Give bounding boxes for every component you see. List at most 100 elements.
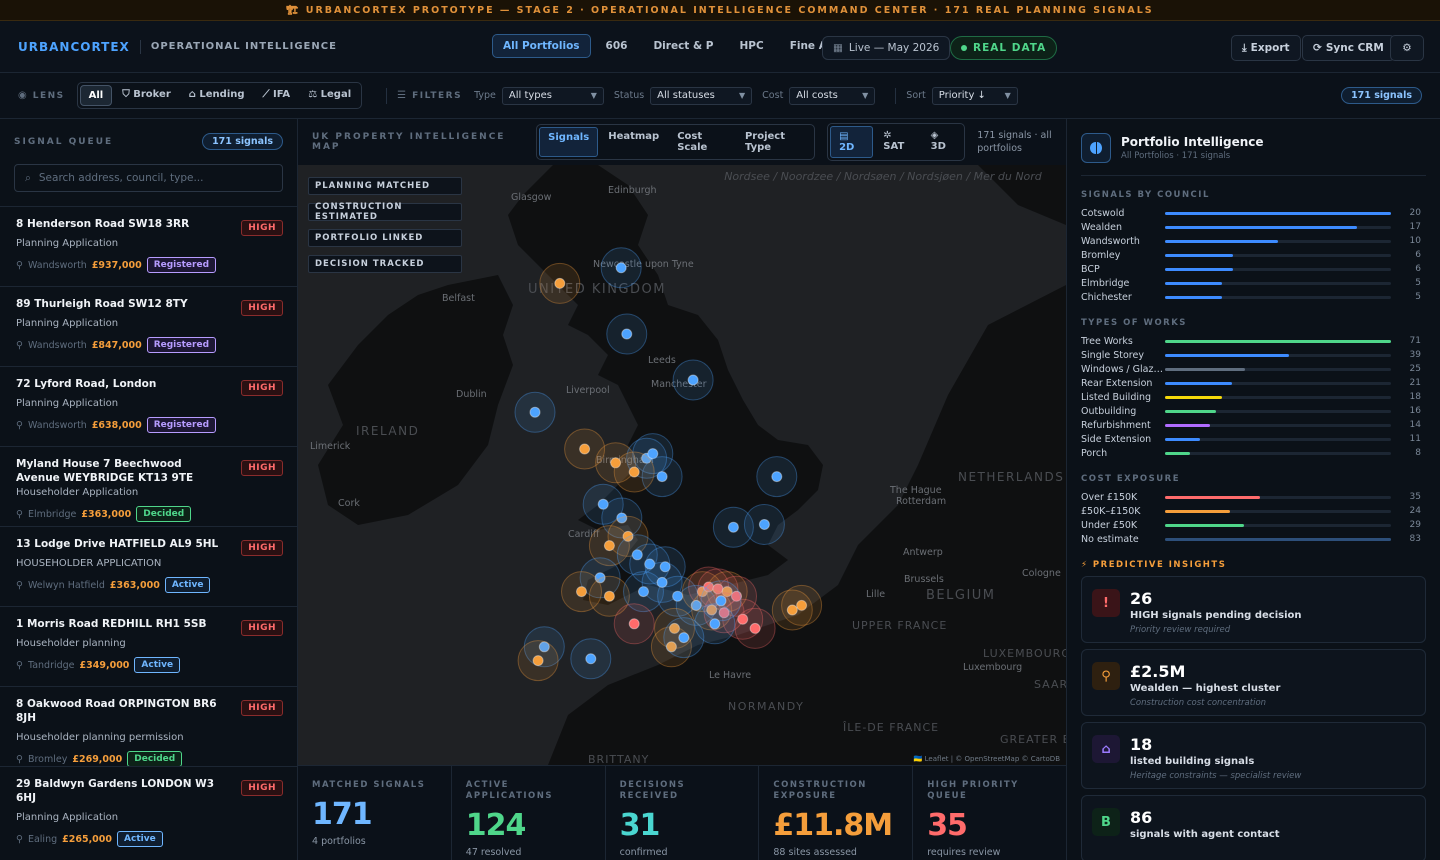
signal-marker[interactable] xyxy=(771,471,783,483)
signal-card[interactable]: 29 Baldwyn Gardens LONDON W3 6HJ Planning… xyxy=(0,766,297,847)
lens-lending[interactable]: ⌂ Lending xyxy=(181,85,253,106)
signal-marker[interactable] xyxy=(529,406,541,418)
signal-card[interactable]: Myland House 7 Beechwood Avenue WEYBRIDG… xyxy=(0,446,297,526)
tab-signals[interactable]: Signals xyxy=(539,127,599,157)
tab-606[interactable]: 606 xyxy=(595,34,639,58)
tab-direct-p[interactable]: Direct & P xyxy=(642,34,724,58)
layer-planning-matched[interactable]: PLANNING MATCHED xyxy=(308,177,462,195)
layer-decision-tracked[interactable]: DECISION TRACKED xyxy=(308,255,462,273)
bar-row[interactable]: No estimate 83 xyxy=(1081,532,1426,546)
bar-row[interactable]: Windows / Glazi... 25 xyxy=(1081,362,1426,376)
layer-construction-estimated[interactable]: CONSTRUCTION ESTIMATED xyxy=(308,202,462,222)
lens-legal[interactable]: ⚖ Legal xyxy=(300,85,359,106)
bar-value: 35 xyxy=(1409,492,1421,502)
bar-row[interactable]: Outbuilding 16 xyxy=(1081,404,1426,418)
priority-badge: HIGH xyxy=(241,540,283,556)
bar-row[interactable]: £50K–£150K 24 xyxy=(1081,504,1426,518)
signal-card[interactable]: 13 Lodge Drive HATFIELD AL9 5HL HOUSEHOLD… xyxy=(0,526,297,606)
settings-button[interactable]: ⚙ xyxy=(1390,35,1424,61)
bar-row[interactable]: Single Storey 39 xyxy=(1081,348,1426,362)
bar-row[interactable]: Side Extension 11 xyxy=(1081,432,1426,446)
sync-crm-button[interactable]: ⟳ Sync CRM xyxy=(1302,35,1395,61)
insight-card[interactable]: ! 26 HIGH signals pending decision Priority… xyxy=(1081,576,1426,643)
signal-marker[interactable] xyxy=(585,653,597,665)
signal-marker[interactable] xyxy=(532,655,544,667)
signal-marker[interactable] xyxy=(687,374,699,386)
tab-heatmap[interactable]: Heatmap xyxy=(600,127,667,157)
bar-row[interactable]: Refurbishment 14 xyxy=(1081,418,1426,432)
signal-card[interactable]: 72 Lyford Road, London Planning Applicati… xyxy=(0,366,297,446)
signal-marker[interactable] xyxy=(678,632,690,644)
signal-marker[interactable] xyxy=(615,262,627,274)
bar-row[interactable]: Tree Works 71 xyxy=(1081,334,1426,348)
insight-card[interactable]: ⌂ 18 listed building signals Heritage const… xyxy=(1081,722,1426,789)
bar-row[interactable]: Wandsworth 10 xyxy=(1081,234,1426,248)
signal-marker[interactable] xyxy=(621,328,633,340)
search-input[interactable]: ⌕ Search address, council, type... xyxy=(14,164,283,192)
signal-marker[interactable] xyxy=(603,540,615,552)
insight-title: listed building signals xyxy=(1130,756,1255,767)
tab-hpc[interactable]: HPC xyxy=(728,34,774,58)
signal-marker[interactable] xyxy=(727,521,739,533)
signal-marker[interactable] xyxy=(554,277,566,289)
view-sat[interactable]: ✲ SAT xyxy=(875,126,920,158)
live-date-pill[interactable]: ▦ Live — May 2026 xyxy=(822,36,951,60)
stat-card: HIGH PRIORITY QUEUE 35 requires review xyxy=(913,766,1066,860)
map-attribution[interactable]: 🇺🇦 Leaflet | © OpenStreetMap © CartoDB xyxy=(914,755,1060,763)
signal-marker[interactable] xyxy=(758,518,770,530)
lens-ifa[interactable]: ⟋ IFA xyxy=(255,85,299,106)
bar-row[interactable]: Bromley 6 xyxy=(1081,248,1426,262)
signal-card[interactable]: 8 Henderson Road SW18 3RR Planning Applic… xyxy=(0,206,297,286)
insight-card[interactable]: B 86 signals with agent contact xyxy=(1081,795,1426,860)
sort-select[interactable]: Priority ↓ ▼ xyxy=(931,86,1018,105)
layer-portfolio-linked[interactable]: PORTFOLIO LINKED xyxy=(308,229,462,247)
tab-project-type[interactable]: Project Type xyxy=(737,127,812,157)
signal-marker[interactable] xyxy=(786,604,798,616)
signal-marker[interactable] xyxy=(749,622,761,634)
signal-marker[interactable] xyxy=(628,466,640,478)
signal-marker[interactable] xyxy=(576,586,587,598)
tab-all-portfolios[interactable]: All Portfolios xyxy=(492,34,591,58)
bar-fill xyxy=(1165,367,1245,371)
bar-row[interactable]: Elmbridge 5 xyxy=(1081,276,1426,290)
signal-council: Ealing xyxy=(27,833,58,845)
status-select[interactable]: All statuses ▼ xyxy=(650,86,753,105)
bar-row[interactable]: BCP 6 xyxy=(1081,262,1426,276)
signal-card[interactable]: 8 Oakwood Road ORPINGTON BR6 8JH Househol… xyxy=(0,686,297,767)
signal-marker[interactable] xyxy=(709,618,721,630)
signal-marker[interactable] xyxy=(628,618,640,630)
bar-row[interactable]: Rear Extension 21 xyxy=(1081,376,1426,390)
signal-marker[interactable] xyxy=(656,576,668,588)
bar-row[interactable]: Cotswold 20 xyxy=(1081,206,1426,220)
signal-marker[interactable] xyxy=(603,590,615,602)
city-dublin: Dublin xyxy=(456,389,487,400)
export-button[interactable]: ⤓ Export xyxy=(1231,35,1301,61)
lens-broker[interactable]: ⛉ Broker xyxy=(114,85,179,106)
view-3d[interactable]: ◈ 3D xyxy=(923,126,963,158)
bar-row[interactable]: Under £50K 29 xyxy=(1081,518,1426,532)
bar-row[interactable]: Listed Building 18 xyxy=(1081,390,1426,404)
bar-value: 6 xyxy=(1415,250,1421,260)
signal-price: £349,000 xyxy=(79,659,130,671)
bar-row[interactable]: Over £150K 35 xyxy=(1081,490,1426,504)
signal-address: 89 Thurleigh Road SW12 8TY xyxy=(16,298,188,310)
bar-row[interactable]: Wealden 17 xyxy=(1081,220,1426,234)
signal-marker[interactable] xyxy=(656,471,668,483)
signal-card[interactable]: 1 Morris Road REDHILL RH1 5SB Householder… xyxy=(0,606,297,686)
cost-select[interactable]: All costs ▼ xyxy=(789,86,876,105)
signal-marker[interactable] xyxy=(579,443,591,455)
bar-track xyxy=(1165,537,1391,541)
view-2d[interactable]: ▤ 2D xyxy=(830,126,874,158)
tab-cost-scale[interactable]: Cost Scale xyxy=(669,127,735,157)
type-select[interactable]: All types ▼ xyxy=(501,86,604,105)
brand-logo[interactable]: URBANCORTEX xyxy=(18,40,130,54)
lens-all[interactable]: All xyxy=(79,85,113,106)
uk-map[interactable]: Nordsee / Noordzee / Nordsøen / Nordsjøe… xyxy=(298,165,1066,765)
insight-card[interactable]: ⚲ £2.5M Wealden — highest cluster Construct… xyxy=(1081,649,1426,716)
signal-card[interactable]: 89 Thurleigh Road SW12 8TY Planning Appli… xyxy=(0,286,297,366)
bar-value: 20 xyxy=(1409,208,1421,218)
status-badge: Decided xyxy=(136,506,192,522)
bar-track xyxy=(1165,437,1391,441)
bar-row[interactable]: Chichester 5 xyxy=(1081,290,1426,304)
bar-row[interactable]: Porch 8 xyxy=(1081,446,1426,460)
